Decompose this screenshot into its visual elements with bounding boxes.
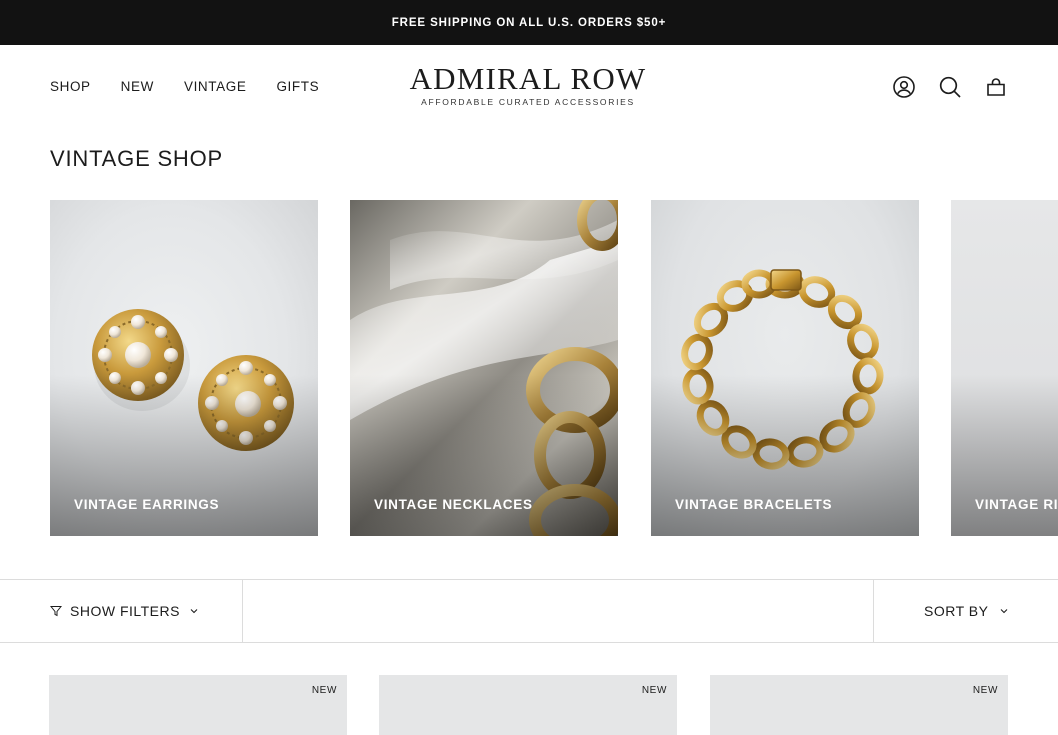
collection-card-necklaces[interactable]: VINTAGE NECKLACES (350, 200, 618, 536)
search-icon[interactable] (938, 75, 962, 99)
card-shade (951, 200, 1058, 536)
card-shade (50, 200, 318, 536)
collection-carousel: VINTAGE EARRINGS VINTAGE NECKLACES VINTA… (50, 200, 1058, 536)
product-card[interactable]: NEW (49, 675, 347, 735)
card-shade (350, 200, 618, 536)
nav-item-vintage[interactable]: VINTAGE (184, 79, 246, 94)
product-grid: NEW NEW NEW (49, 675, 1009, 735)
collection-toolbar: SHOW FILTERS SORT BY (0, 579, 1058, 643)
nav-item-new[interactable]: NEW (121, 79, 154, 94)
sort-by-button[interactable]: SORT BY (873, 580, 1058, 642)
site-header: SHOP NEW VINTAGE GIFTS ADMIRAL ROW AFFOR… (0, 45, 1058, 133)
collection-card-bracelets[interactable]: VINTAGE BRACELETS (651, 200, 919, 536)
cart-icon[interactable] (984, 75, 1008, 99)
collection-label: VINTAGE EARRINGS (74, 497, 220, 512)
logo-name: ADMIRAL ROW (409, 61, 647, 96)
sort-by-label: SORT BY (924, 603, 989, 619)
collection-label: VINTAGE NECKLACES (374, 497, 533, 512)
new-badge: NEW (972, 685, 998, 696)
collection-card-rings[interactable]: VINTAGE RINGS (951, 200, 1058, 536)
collection-card-earrings[interactable]: VINTAGE EARRINGS (50, 200, 318, 536)
nav-item-gifts[interactable]: GIFTS (276, 79, 319, 94)
new-badge: NEW (311, 685, 337, 696)
announcement-text: FREE SHIPPING ON ALL U.S. ORDERS $50+ (391, 16, 667, 29)
product-card[interactable]: NEW (710, 675, 1008, 735)
collection-label: VINTAGE RINGS (975, 497, 1058, 512)
show-filters-button[interactable]: SHOW FILTERS (0, 580, 243, 642)
show-filters-label: SHOW FILTERS (70, 603, 180, 619)
announcement-bar: FREE SHIPPING ON ALL U.S. ORDERS $50+ (0, 0, 1058, 45)
header-icons (892, 75, 1008, 99)
chevron-down-icon (998, 605, 1010, 617)
new-badge: NEW (641, 685, 667, 696)
nav-item-shop[interactable]: SHOP (50, 79, 91, 94)
main-nav: SHOP NEW VINTAGE GIFTS (50, 79, 319, 94)
collection-label: VINTAGE BRACELETS (675, 497, 833, 512)
site-logo[interactable]: ADMIRAL ROW AFFORDABLE CURATED ACCESSORI… (378, 61, 678, 108)
page-title: VINTAGE SHOP (50, 146, 223, 171)
account-icon[interactable] (892, 75, 916, 99)
product-card[interactable]: NEW (379, 675, 677, 735)
filter-icon (50, 605, 62, 617)
card-shade (651, 200, 919, 536)
chevron-down-icon (188, 605, 200, 617)
logo-tagline: AFFORDABLE CURATED ACCESSORIES (421, 97, 635, 107)
